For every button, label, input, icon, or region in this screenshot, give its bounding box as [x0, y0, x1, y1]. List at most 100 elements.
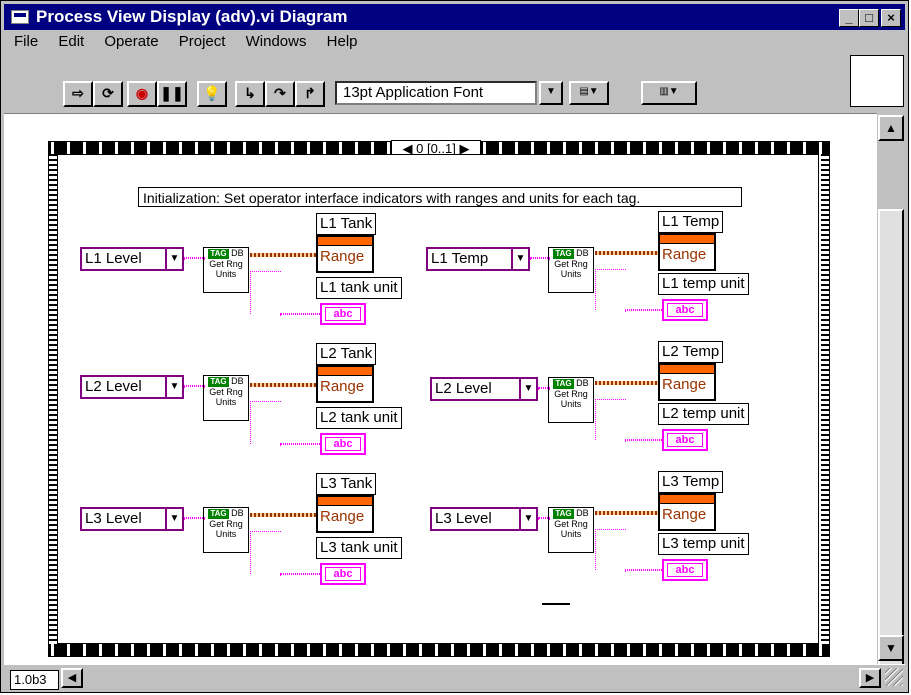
- tag-control[interactable]: L1 Level ▼: [80, 247, 184, 271]
- menu-project[interactable]: Project: [179, 33, 226, 50]
- tag-wire[interactable]: [538, 517, 550, 519]
- sequence-structure[interactable]: ◀ 0 [0..1] ▶ Initialization: Set operato…: [48, 140, 830, 657]
- font-dropdown-button[interactable]: ▼: [539, 81, 563, 105]
- minimize-button[interactable]: _: [839, 9, 859, 27]
- font-select[interactable]: 13pt Application Font: [335, 81, 537, 105]
- string-indicator[interactable]: abc: [320, 303, 366, 325]
- chevron-down-icon[interactable]: ▼: [165, 377, 182, 397]
- abort-button[interactable]: ◉: [127, 81, 157, 107]
- menu-windows[interactable]: Windows: [246, 33, 307, 50]
- unit-wire-segment[interactable]: [280, 573, 322, 575]
- range-indicator[interactable]: Range: [316, 235, 374, 273]
- db-get-range-units-subvi[interactable]: TAG DB Get Rng Units: [203, 375, 249, 421]
- step-over-button[interactable]: ↷: [265, 81, 295, 107]
- chevron-down-icon[interactable]: ▼: [165, 249, 182, 269]
- db-get-range-units-subvi[interactable]: TAG DB Get Rng Units: [548, 507, 594, 553]
- subvi-line1: DB: [231, 376, 244, 386]
- run-continuously-button[interactable]: ⟳: [93, 81, 123, 107]
- menu-operate[interactable]: Operate: [104, 33, 158, 50]
- scroll-thumb[interactable]: [878, 209, 904, 679]
- tag-control[interactable]: L2 Level ▼: [80, 375, 184, 399]
- abc-icon: abc: [667, 433, 703, 447]
- menu-edit[interactable]: Edit: [58, 33, 84, 50]
- distribute-objects-button[interactable]: ▥▼: [641, 81, 697, 105]
- chevron-down-icon[interactable]: ▼: [519, 379, 536, 399]
- db-get-range-units-subvi[interactable]: TAG DB Get Rng Units: [203, 507, 249, 553]
- scroll-down-button[interactable]: ▼: [878, 635, 904, 661]
- range-wire[interactable]: [250, 513, 316, 517]
- align-objects-button[interactable]: ▤▼: [569, 81, 609, 105]
- string-indicator[interactable]: abc: [662, 299, 708, 321]
- unit-wire[interactable]: [595, 529, 626, 570]
- unit-wire[interactable]: [595, 269, 626, 310]
- range-indicator[interactable]: Range: [658, 363, 716, 401]
- range-wire[interactable]: [250, 383, 316, 387]
- range-wire[interactable]: [250, 253, 316, 257]
- tag-control[interactable]: L1 Temp ▼: [426, 247, 530, 271]
- close-button[interactable]: ×: [881, 9, 901, 27]
- db-get-range-units-subvi[interactable]: TAG DB Get Rng Units: [548, 377, 594, 423]
- tag-wire[interactable]: [184, 385, 205, 387]
- chevron-down-icon[interactable]: ▼: [165, 509, 182, 529]
- tag-wire[interactable]: [530, 257, 550, 259]
- tag-control-label: L3 Level: [435, 510, 492, 527]
- unit-wire[interactable]: [250, 271, 281, 314]
- tag-wire[interactable]: [184, 257, 205, 259]
- run-button[interactable]: ⇨: [63, 81, 93, 107]
- range-indicator[interactable]: Range: [316, 365, 374, 403]
- abc-icon: abc: [325, 567, 361, 581]
- chevron-down-icon[interactable]: ▼: [519, 509, 536, 529]
- unit-wire-segment[interactable]: [280, 443, 322, 445]
- range-indicator[interactable]: Range: [658, 233, 716, 271]
- tag-wire[interactable]: [538, 387, 550, 389]
- range-bar: [318, 237, 372, 246]
- unit-wire[interactable]: [250, 531, 281, 574]
- range-label: Range: [320, 248, 365, 265]
- scroll-left-button[interactable]: ◀: [61, 668, 83, 688]
- step-into-button[interactable]: ↳: [235, 81, 265, 107]
- scroll-up-button[interactable]: ▲: [878, 115, 904, 141]
- title-bar[interactable]: Process View Display (adv).vi Diagram _ …: [4, 4, 905, 30]
- highlight-execution-button[interactable]: 💡: [197, 81, 227, 107]
- string-indicator[interactable]: abc: [662, 559, 708, 581]
- db-get-range-units-subvi[interactable]: TAG DB Get Rng Units: [203, 247, 249, 293]
- db-get-range-units-subvi[interactable]: TAG DB Get Rng Units: [548, 247, 594, 293]
- menu-file[interactable]: File: [14, 33, 38, 50]
- unit-wire[interactable]: [595, 399, 626, 440]
- unit-wire-segment[interactable]: [280, 313, 322, 315]
- unit-wire[interactable]: [250, 401, 281, 444]
- string-indicator[interactable]: abc: [662, 429, 708, 451]
- pause-button[interactable]: ❚❚: [157, 81, 187, 107]
- diagram-comment[interactable]: Initialization: Set operator interface i…: [138, 187, 742, 207]
- menu-help[interactable]: Help: [327, 33, 358, 50]
- range-indicator[interactable]: Range: [316, 495, 374, 533]
- indicator-label: L3 Temp: [658, 471, 724, 493]
- subvi-line1: DB: [576, 378, 589, 388]
- scroll-right-button[interactable]: ▶: [859, 668, 881, 688]
- range-wire[interactable]: [595, 381, 658, 385]
- chevron-down-icon[interactable]: ▼: [511, 249, 528, 269]
- resize-grip[interactable]: [885, 668, 903, 686]
- string-indicator[interactable]: abc: [320, 563, 366, 585]
- indicator-label: L2 Tank: [316, 343, 377, 365]
- block-diagram-canvas[interactable]: ◀ 0 [0..1] ▶ Initialization: Set operato…: [4, 113, 877, 665]
- vertical-scrollbar[interactable]: ▲ ▼: [877, 113, 905, 679]
- range-indicator[interactable]: Range: [658, 493, 716, 531]
- abc-icon: abc: [325, 307, 361, 321]
- unit-wire-segment[interactable]: [625, 569, 664, 571]
- tag-control[interactable]: L3 Level ▼: [80, 507, 184, 531]
- tag-wire[interactable]: [184, 517, 205, 519]
- string-indicator[interactable]: abc: [320, 433, 366, 455]
- step-out-button[interactable]: ↱: [295, 81, 325, 107]
- range-wire[interactable]: [595, 251, 658, 255]
- tag-control[interactable]: L3 Level ▼: [430, 507, 538, 531]
- unit-wire-segment[interactable]: [625, 309, 664, 311]
- maximize-button[interactable]: □: [859, 9, 879, 27]
- subvi-line3: Units: [215, 269, 237, 279]
- abc-icon: abc: [325, 437, 361, 451]
- window-icon[interactable]: [11, 10, 29, 24]
- tag-control[interactable]: L2 Level ▼: [430, 377, 538, 401]
- range-wire[interactable]: [595, 511, 658, 515]
- unit-wire-segment[interactable]: [625, 439, 664, 441]
- range-label: Range: [320, 378, 365, 395]
